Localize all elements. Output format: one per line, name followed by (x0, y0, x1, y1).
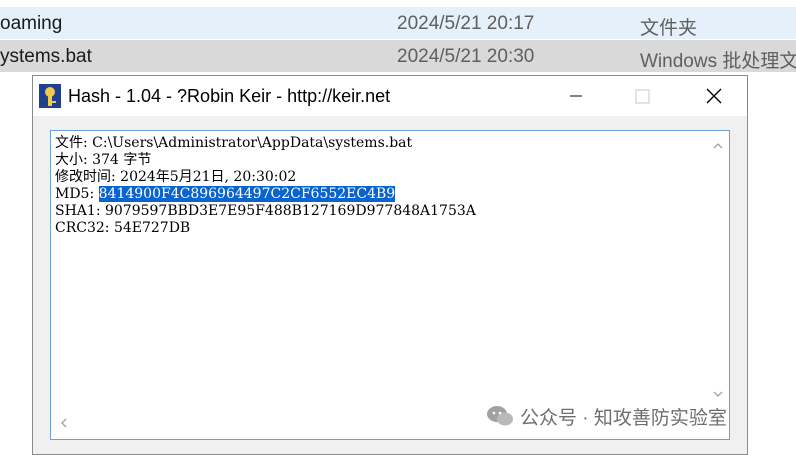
file-name: oaming (0, 13, 63, 34)
scroll-left-icon[interactable] (57, 416, 71, 430)
window-title: Hash - 1.04 - ?Robin Keir - http://keir.… (68, 86, 391, 106)
md5-value-selected[interactable]: 8414900F4C896964497C2CF6552EC4B9 (98, 186, 396, 202)
modified-time-line: 修改时间: 2024年5月21日, 20:30:02 (55, 169, 297, 185)
crc32-line: CRC32: 54E727DB (55, 220, 191, 236)
maximize-icon[interactable] (619, 76, 665, 116)
md5-label: MD5: (55, 186, 99, 202)
scroll-down-icon[interactable] (711, 387, 725, 401)
file-path-line: 文件: C:\Users\Administrator\AppData\syste… (55, 135, 413, 151)
watermark-text: 公众号 · 知攻善防实验室 (520, 407, 727, 429)
hash-output-textbox[interactable]: 文件: C:\Users\Administrator\AppData\syste… (50, 130, 730, 440)
file-name: ystems.bat (0, 46, 92, 67)
watermark: 公众号 · 知攻善防实验室 (486, 403, 727, 429)
file-size-line: 大小: 374 字节 (55, 152, 152, 168)
title-bar[interactable]: Hash - 1.04 - ?Robin Keir - http://keir.… (33, 76, 747, 116)
file-date: 2024/5/21 20:17 (397, 13, 535, 34)
key-icon (39, 84, 61, 108)
hash-output-text: 文件: C:\Users\Administrator\AppData\syste… (55, 135, 476, 237)
close-icon[interactable] (689, 76, 735, 116)
wechat-icon (487, 406, 513, 426)
minimize-icon[interactable] (553, 76, 599, 116)
scroll-up-icon[interactable] (711, 139, 725, 153)
hash-window: Hash - 1.04 - ?Robin Keir - http://keir.… (32, 75, 748, 455)
file-date: 2024/5/21 20:30 (397, 46, 535, 67)
file-type: 文件夹 (640, 18, 698, 39)
file-row-roaming[interactable]: oaming 2024/5/21 20:17 文件夹 (0, 7, 796, 39)
file-type: Windows 批处理文 (640, 51, 796, 72)
md5-line: MD5: 8414900F4C896964497C2CF6552EC4B9 (55, 186, 476, 203)
sha1-line: SHA1: 9079597BBD3E7E95F488B127169D977848… (55, 203, 476, 219)
file-row-systems-bat[interactable]: ystems.bat 2024/5/21 20:30 Windows 批处理文 (0, 40, 796, 72)
